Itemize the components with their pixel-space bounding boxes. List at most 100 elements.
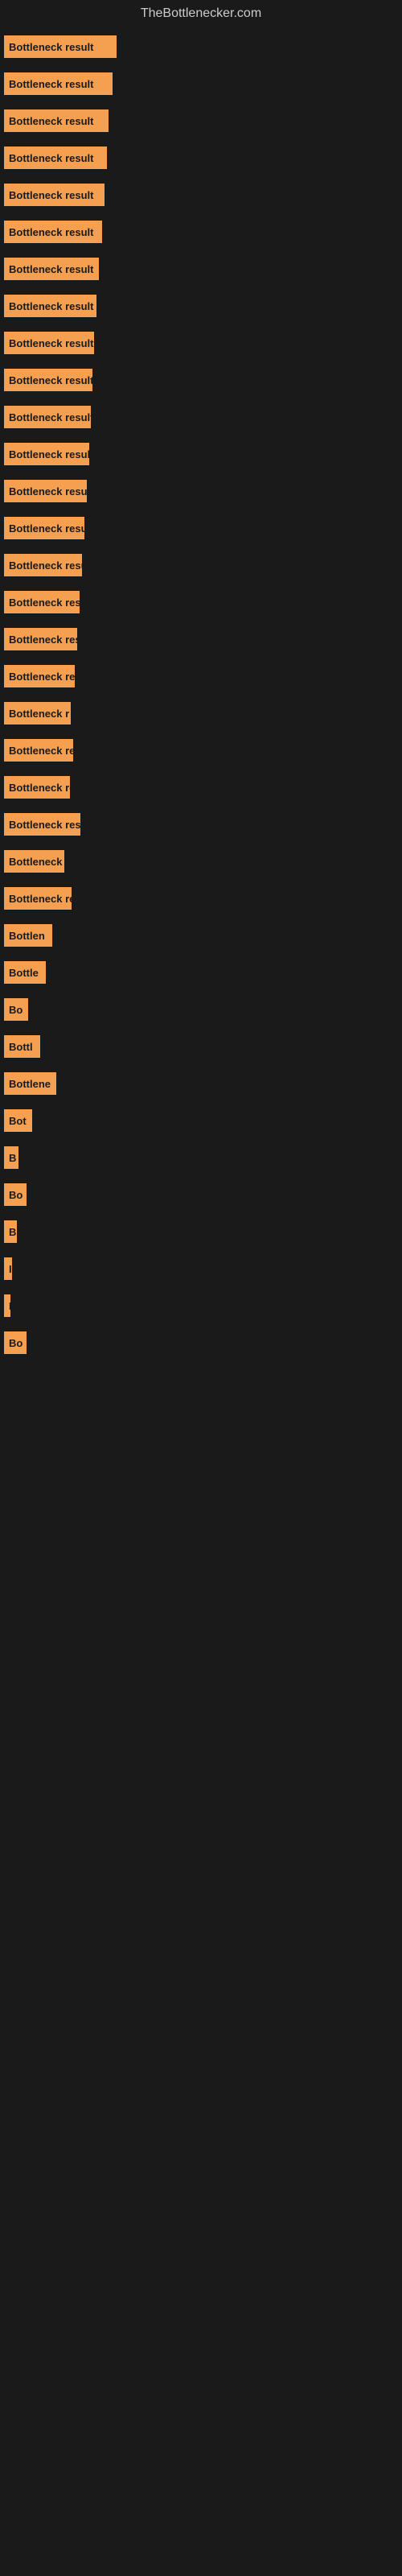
bottleneck-bar: Bottle (4, 961, 46, 984)
bar-label: Bottleneck result (9, 559, 82, 572)
bar-label: Bottleneck result (9, 819, 80, 831)
bar-label: Bottleneck result (9, 263, 93, 275)
bottleneck-bar: I (4, 1294, 10, 1317)
bar-label: Bottleneck result (9, 448, 89, 460)
bar-row: Bottleneck result (0, 628, 402, 650)
bar-row: Bottleneck result (0, 813, 402, 836)
bar-row: Bottleneck resu (0, 887, 402, 910)
bar-label: I (9, 1300, 10, 1312)
bar-row: B (0, 1146, 402, 1169)
bottleneck-bar: Bottleneck result (4, 184, 105, 206)
bars-container: Bottleneck result Bottleneck result Bottle… (0, 27, 402, 1377)
bar-row: Bottleneck result (0, 406, 402, 428)
bottleneck-bar: Bottleneck result (4, 443, 89, 465)
bottleneck-bar: Bottleneck result (4, 406, 91, 428)
bar-row: Bottleneck result (0, 221, 402, 243)
bar-row: Bottle (0, 961, 402, 984)
bar-label: Bottleneck resu (9, 745, 73, 757)
bottleneck-bar: Bottleneck res (4, 776, 70, 799)
bar-label: Bottle (9, 967, 39, 979)
bottleneck-bar: Bottl (4, 1035, 40, 1058)
bar-row: Bo (0, 1183, 402, 1206)
bottleneck-bar: Bottlene (4, 1072, 56, 1095)
bar-row: Bottleneck result (0, 591, 402, 613)
bottleneck-bar: Bottleneck result (4, 35, 117, 58)
bar-row: Bo (0, 1331, 402, 1354)
bottleneck-bar: Bo (4, 998, 28, 1021)
bar-label: Bo (9, 1337, 23, 1349)
bottleneck-bar: Bottleneck result (4, 554, 82, 576)
bottleneck-bar: Bottleneck resu (4, 665, 75, 687)
bar-row: Bottleneck result (0, 480, 402, 502)
bottleneck-bar: Bottleneck result (4, 369, 92, 391)
bar-row: Bottleneck result (0, 554, 402, 576)
bar-label: Bottleneck result (9, 152, 93, 164)
bar-label: Bottleneck result (9, 189, 93, 201)
bar-label: Bottleneck result (9, 522, 84, 535)
bar-row: Bottleneck result (0, 147, 402, 169)
bar-label: Bottleneck result (9, 485, 87, 497)
bottleneck-bar: Bottleneck result (4, 147, 107, 169)
bar-row: Bottleneck res (0, 776, 402, 799)
bar-label: Bot (9, 1115, 27, 1127)
bottleneck-bar: Bottleneck result (4, 332, 94, 354)
bar-label: Bo (9, 1004, 23, 1016)
bottleneck-bar: Bottleneck (4, 850, 64, 873)
bar-row: Bottleneck result (0, 295, 402, 317)
bottleneck-bar: Bottleneck result (4, 295, 96, 317)
bottleneck-bar: Bottleneck result (4, 628, 77, 650)
bottleneck-bar: Bottleneck result (4, 258, 99, 280)
bar-label: B (9, 1152, 16, 1164)
bar-row: Bottleneck result (0, 443, 402, 465)
bar-label: Bottleneck resu (9, 671, 75, 683)
bottleneck-bar: Bo (4, 1183, 27, 1206)
bar-label: Bottlene (9, 1078, 51, 1090)
bar-label: Bottleneck resu (9, 893, 72, 905)
bar-row: Bottleneck resu (0, 739, 402, 762)
bar-row: Bottleneck resu (0, 665, 402, 687)
bottleneck-bar: Bottleneck result (4, 109, 109, 132)
bottleneck-bar: Bottleneck resu (4, 887, 72, 910)
bottleneck-bar: Bottleneck result (4, 221, 102, 243)
bar-label: Bottleneck result (9, 634, 77, 646)
bottleneck-bar: Bottleneck result (4, 480, 87, 502)
bottleneck-bar: Bottleneck result (4, 72, 113, 95)
bar-label: Bottlen (9, 930, 45, 942)
bar-label: Bottleneck result (9, 226, 93, 238)
bar-row: Bottlen (0, 924, 402, 947)
bottleneck-bar: Bottleneck result (4, 591, 80, 613)
bar-label: Bottleneck r (9, 708, 69, 720)
bar-label: Bottleneck result (9, 300, 93, 312)
bar-row: Bottleneck result (0, 332, 402, 354)
bottleneck-bar: B (4, 1220, 17, 1243)
bar-label: B (9, 1226, 16, 1238)
bar-row: Bottleneck result (0, 35, 402, 58)
bar-row: Bottleneck result (0, 258, 402, 280)
bar-row: Bottleneck result (0, 109, 402, 132)
bar-row: Bo (0, 998, 402, 1021)
bottleneck-bar: I (4, 1257, 12, 1280)
bar-label: Bottl (9, 1041, 33, 1053)
bar-row: B (0, 1220, 402, 1243)
bottleneck-bar: Bottleneck r (4, 702, 71, 724)
bar-label: Bottleneck result (9, 411, 91, 423)
bar-label: I (9, 1263, 12, 1275)
bottleneck-bar: B (4, 1146, 18, 1169)
bar-row: Bot (0, 1109, 402, 1132)
bar-row: I (0, 1294, 402, 1317)
bar-label: Bo (9, 1189, 23, 1201)
bar-label: Bottleneck result (9, 337, 93, 349)
bar-row: Bottleneck result (0, 369, 402, 391)
bottleneck-bar: Bot (4, 1109, 32, 1132)
bar-row: Bottleneck r (0, 702, 402, 724)
bar-row: Bottleneck result (0, 72, 402, 95)
bottleneck-bar: Bottleneck resu (4, 739, 73, 762)
bar-row: Bottl (0, 1035, 402, 1058)
bar-row: Bottlene (0, 1072, 402, 1095)
bottleneck-bar: Bottleneck result (4, 517, 84, 539)
bar-label: Bottleneck result (9, 115, 93, 127)
bottleneck-bar: Bottlen (4, 924, 52, 947)
site-title: TheBottlenecker.com (0, 0, 402, 27)
bottleneck-bar: Bo (4, 1331, 27, 1354)
bar-row: I (0, 1257, 402, 1280)
